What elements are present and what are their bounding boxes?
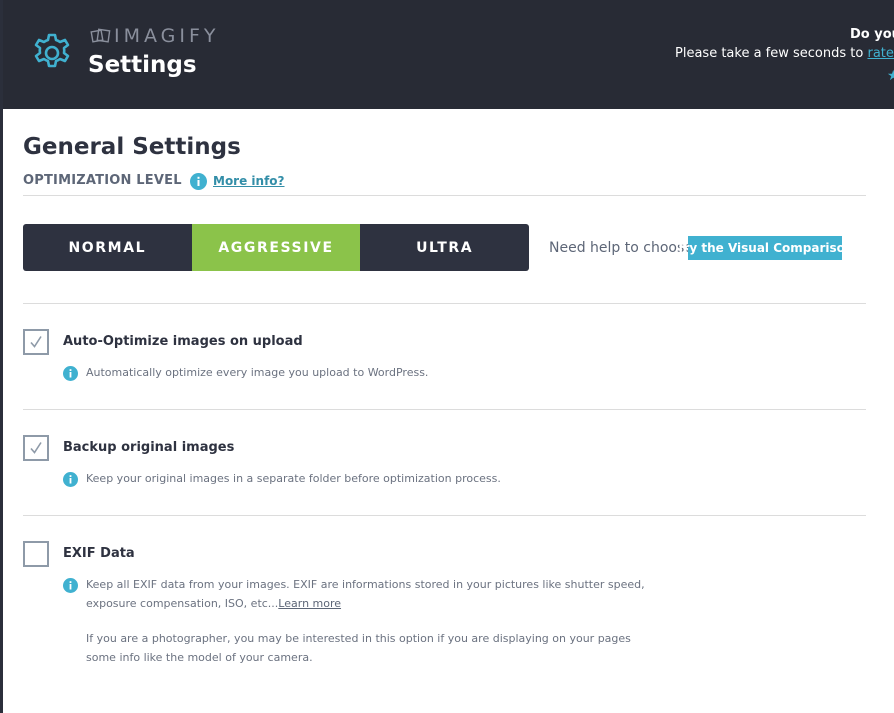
visual-comparison-button[interactable]: Try the Visual Comparison [677, 236, 853, 260]
level-ultra-button[interactable]: ULTRA [360, 224, 529, 271]
backup-description: Keep your original images in a separate … [86, 472, 501, 485]
star-icon[interactable]: ★ [887, 67, 894, 84]
backup-title: Backup original images [63, 440, 235, 455]
exif-description: Keep all EXIF data from your images. EXI… [86, 575, 646, 613]
exif-title: EXIF Data [63, 546, 135, 561]
auto-optimize-description: Automatically optimize every image you u… [86, 366, 429, 379]
level-aggressive-button[interactable]: AGGRESSIVE [191, 224, 361, 271]
exif-checkbox[interactable] [23, 541, 49, 567]
logo-mark-icon [90, 28, 111, 43]
auto-optimize-title: Auto-Optimize images on upload [63, 334, 303, 349]
optimization-level-switch: NORMAL AGGRESSIVE ULTRA [23, 224, 529, 271]
exif-desc-line-2: exposure compensation, ISO, etc...Learn … [86, 594, 646, 613]
info-icon [190, 173, 207, 190]
brand-name: IMAGIFY [114, 25, 220, 47]
level-normal-button[interactable]: NORMAL [23, 224, 192, 271]
info-icon [63, 366, 78, 381]
divider [23, 303, 866, 304]
rate-question: Do you [850, 27, 894, 42]
auto-optimize-checkbox[interactable] [23, 329, 49, 355]
section-title: General Settings [23, 134, 241, 160]
gear-icon [34, 33, 70, 68]
info-icon [63, 578, 78, 593]
imagify-logo: IMAGIFY [90, 25, 220, 47]
page-title: Settings [88, 52, 197, 78]
exif-extra-line-2: some info like the model of your camera. [86, 651, 313, 664]
info-icon [63, 472, 78, 487]
checkmark-icon [30, 442, 42, 454]
rate-prefix: Please take a few seconds to [675, 46, 868, 61]
header-bar: IMAGIFY Settings Do you Please take a fe… [3, 0, 894, 109]
exif-extra-line-1: If you are a photographer, you may be in… [86, 632, 631, 645]
more-info-link[interactable]: More info? [213, 174, 285, 188]
exif-desc-line-1: Keep all EXIF data from your images. EXI… [86, 578, 645, 591]
divider [23, 409, 866, 410]
exif-extra-description: If you are a photographer, you may be in… [86, 629, 646, 667]
backup-checkbox[interactable] [23, 435, 49, 461]
checkmark-icon [30, 336, 42, 348]
exif-desc-line-2-text: exposure compensation, ISO, etc... [86, 597, 279, 610]
divider [23, 515, 866, 516]
optimization-level-label: OPTIMIZATION LEVEL [23, 173, 182, 188]
learn-more-link[interactable]: Learn more [278, 597, 341, 610]
rate-link[interactable]: rate it on [867, 46, 894, 61]
rate-prompt: Please take a few seconds to rate it on [675, 46, 894, 61]
divider [23, 195, 866, 196]
